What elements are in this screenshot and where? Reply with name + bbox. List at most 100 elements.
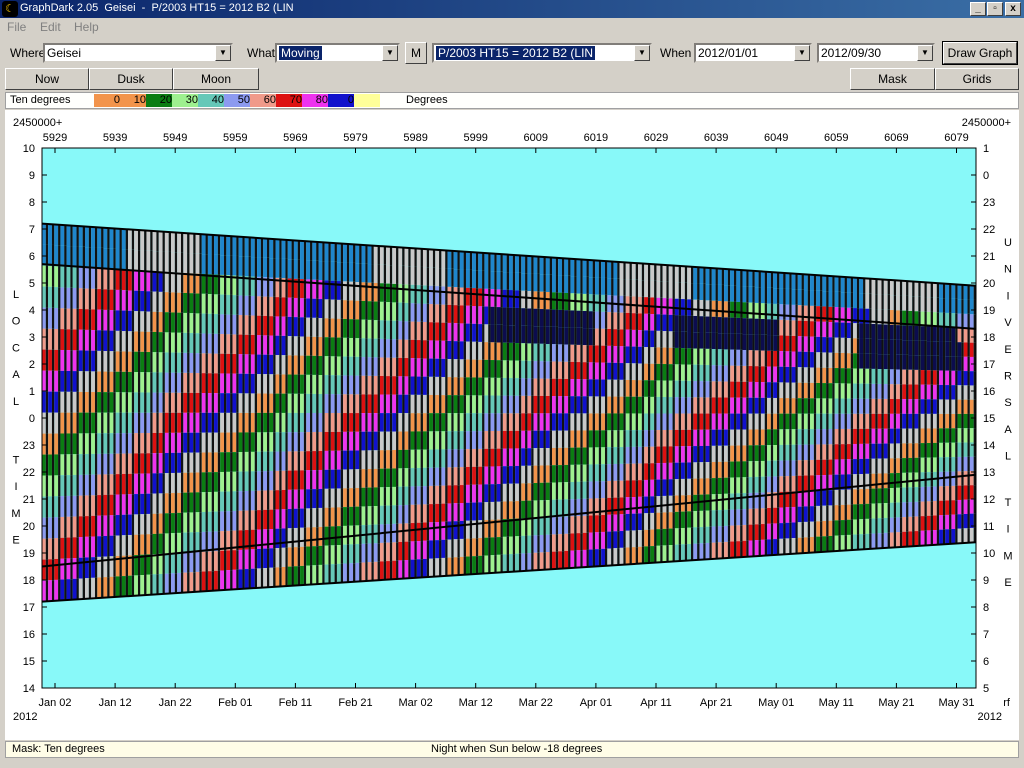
dropdown-arrow-icon[interactable]: ▼ bbox=[634, 45, 650, 61]
bar-gap bbox=[604, 396, 608, 414]
bar-gap bbox=[697, 364, 700, 382]
night-bar-segment bbox=[109, 351, 114, 372]
menu-edit[interactable]: Edit bbox=[40, 20, 61, 34]
night-bar-segment bbox=[822, 306, 827, 322]
night-bar-segment bbox=[484, 395, 489, 414]
menu-help[interactable]: Help bbox=[74, 20, 99, 34]
bar-gap bbox=[592, 311, 596, 329]
moon-button[interactable]: Moon bbox=[173, 68, 259, 90]
bar-gap bbox=[604, 362, 608, 380]
bar-gap bbox=[543, 482, 546, 501]
dropdown-arrow-icon[interactable]: ▼ bbox=[794, 45, 810, 61]
bar-gap bbox=[500, 554, 503, 573]
bar-gap bbox=[500, 537, 503, 555]
night-bar-segment bbox=[465, 323, 470, 342]
night-bar-segment bbox=[355, 450, 360, 470]
night-bar-segment bbox=[810, 490, 814, 507]
night-bar-segment bbox=[730, 269, 735, 286]
night-bar-segment bbox=[484, 288, 489, 307]
bar-gap bbox=[623, 262, 626, 280]
night-bar-segment bbox=[269, 509, 274, 530]
m-button[interactable]: M bbox=[405, 42, 427, 64]
night-bar-segment bbox=[613, 531, 618, 549]
bar-gap bbox=[881, 533, 884, 549]
minimize-button[interactable]: _ bbox=[970, 2, 986, 16]
night-bar-segment bbox=[103, 351, 108, 372]
night-bar-segment bbox=[238, 354, 243, 374]
bar-gap bbox=[371, 338, 374, 358]
close-button[interactable]: x bbox=[1005, 2, 1021, 16]
bar-gap bbox=[439, 467, 442, 486]
bar-gap bbox=[267, 509, 270, 530]
now-button[interactable]: Now bbox=[5, 68, 89, 90]
where-select[interactable]: Geisei ▼ bbox=[43, 43, 233, 63]
night-bar-segment bbox=[822, 337, 827, 353]
bar-gap bbox=[273, 374, 276, 394]
night-bar-segment bbox=[730, 301, 735, 318]
night-bar-segment bbox=[748, 397, 753, 414]
night-bar-segment bbox=[674, 347, 679, 365]
night-bar-segment bbox=[822, 505, 827, 521]
night-bar-segment bbox=[681, 478, 685, 496]
night-bar-segment bbox=[754, 476, 759, 493]
bar-gap bbox=[555, 275, 559, 293]
night-bar-segment bbox=[60, 433, 65, 455]
night-bar-segment bbox=[66, 475, 71, 496]
dropdown-arrow-icon[interactable]: ▼ bbox=[382, 45, 398, 61]
bar-gap bbox=[469, 287, 473, 306]
bar-gap bbox=[555, 499, 559, 518]
night-bar-segment bbox=[515, 483, 519, 502]
end-date-select[interactable]: 2012/09/30 ▼ bbox=[817, 43, 935, 63]
night-bar-segment bbox=[760, 476, 765, 493]
night-bar-segment bbox=[355, 244, 360, 264]
what-select[interactable]: Moving ▼ bbox=[275, 43, 400, 63]
bar-gap bbox=[746, 270, 749, 287]
night-bar-segment bbox=[269, 393, 274, 413]
night-bar-segment bbox=[484, 359, 489, 378]
bar-gap bbox=[432, 322, 436, 341]
bar-gap bbox=[604, 413, 608, 431]
night-bar-segment bbox=[54, 370, 59, 392]
dropdown-arrow-icon[interactable]: ▼ bbox=[917, 45, 933, 61]
night-bar-segment bbox=[250, 490, 255, 511]
bar-gap bbox=[365, 469, 368, 488]
night-bar-segment bbox=[785, 382, 790, 399]
bar-gap bbox=[598, 396, 602, 414]
bar-gap bbox=[629, 329, 632, 347]
dusk-button[interactable]: Dusk bbox=[89, 68, 173, 90]
night-bar-segment bbox=[465, 502, 470, 521]
night-bar-segment bbox=[662, 380, 667, 398]
bar-gap bbox=[740, 397, 743, 414]
night-bar-segment bbox=[220, 255, 225, 275]
night-bar-segment bbox=[865, 518, 870, 534]
night-bar-segment bbox=[822, 275, 827, 292]
visibility-graph[interactable]: 2450000+ 2450000+ 5929 5939 5949 5959 5969 5979… bbox=[5, 110, 1019, 740]
night-bar-segment bbox=[257, 296, 261, 316]
night-bar-segment bbox=[724, 269, 728, 286]
object-select[interactable]: P/2003 HT15 = 2012 B2 (LIN ▼ bbox=[432, 43, 652, 63]
night-bar-segment bbox=[865, 278, 870, 294]
restore-button[interactable]: ▫ bbox=[987, 2, 1003, 16]
grids-button[interactable]: Grids bbox=[935, 68, 1019, 90]
night-bar-segment bbox=[281, 451, 286, 471]
bar-gap bbox=[426, 486, 430, 505]
night-bar-segment bbox=[195, 313, 200, 334]
night-bar-segment bbox=[736, 397, 741, 414]
night-bar-segment bbox=[601, 548, 605, 566]
night-bar-segment bbox=[699, 300, 704, 317]
night-bar-segment bbox=[687, 429, 692, 447]
night-bar-segment bbox=[54, 287, 59, 309]
bar-gap bbox=[242, 236, 245, 257]
menu-file[interactable]: File bbox=[7, 20, 26, 34]
draw-graph-button[interactable]: Draw Graph bbox=[942, 41, 1018, 65]
night-bar-segment bbox=[152, 493, 157, 514]
night-bar-segment bbox=[742, 445, 747, 462]
bar-gap bbox=[420, 340, 423, 359]
start-date-select[interactable]: 2012/01/01 ▼ bbox=[694, 43, 812, 63]
night-bar-segment bbox=[404, 247, 409, 267]
bar-gap bbox=[346, 356, 350, 376]
dropdown-arrow-icon[interactable]: ▼ bbox=[215, 45, 231, 61]
bar-gap bbox=[488, 431, 491, 449]
mask-button[interactable]: Mask bbox=[850, 68, 935, 90]
night-bar-segment bbox=[502, 430, 507, 449]
